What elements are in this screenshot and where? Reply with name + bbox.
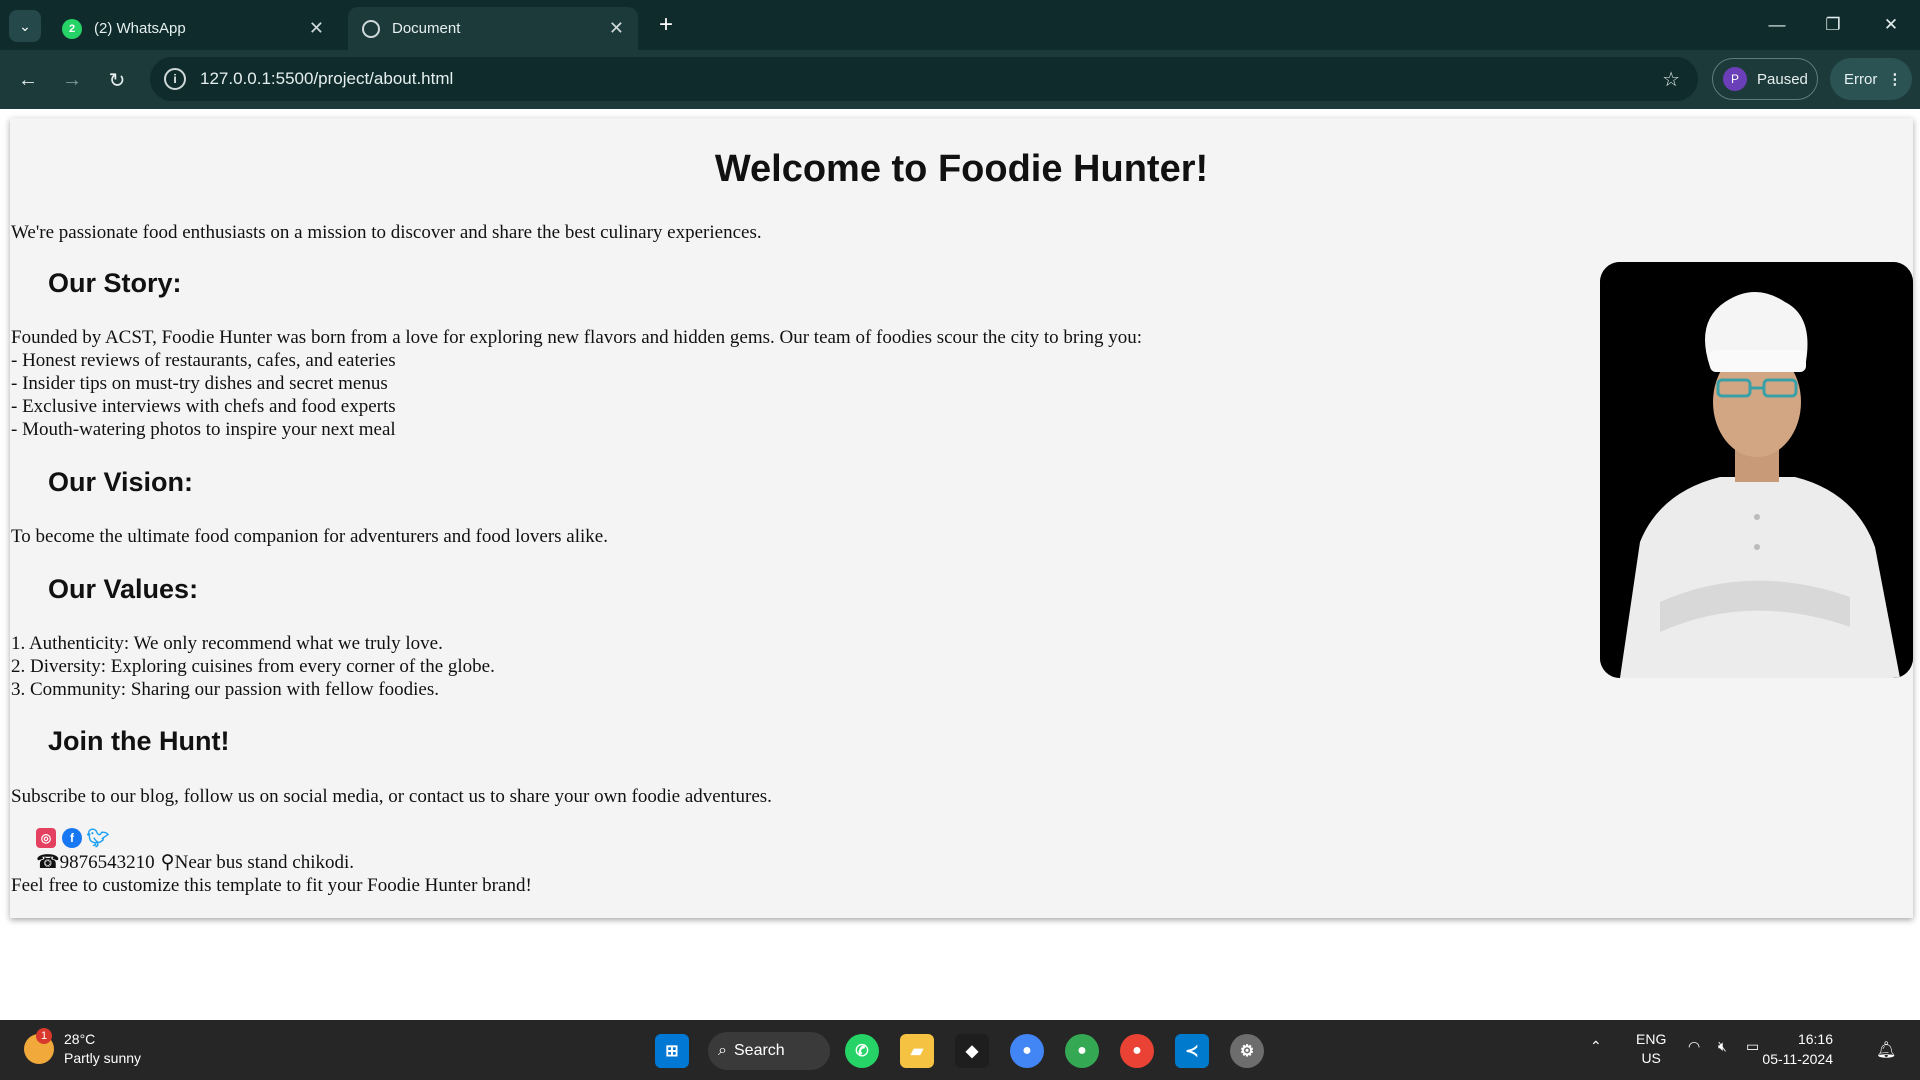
weather-widget[interactable]: 1 28°C Partly sunny [24, 1028, 142, 1068]
minimize-icon: — [1768, 15, 1786, 34]
search-icon: ⌕ [718, 1042, 727, 1059]
story-line: - Exclusive interviews with chefs and fo… [11, 396, 396, 417]
intro-text: We're passionate food enthusiasts on a m… [11, 222, 762, 243]
chrome-active-icon[interactable]: ● [1120, 1034, 1154, 1068]
browser-toolbar: ← → ↻ i 127.0.0.1:5500/project/about.htm… [0, 50, 1920, 109]
facebook-icon[interactable]: f [62, 828, 82, 848]
instagram-icon[interactable]: ◎ [36, 828, 56, 848]
story-line: - Honest reviews of restaurants, cafes, … [11, 350, 396, 371]
tab-label: Document [392, 20, 461, 37]
chrome-profile-icon[interactable]: ● [1065, 1034, 1099, 1068]
profile-button[interactable]: P Paused [1712, 58, 1818, 100]
phone-icon: ☎︎ [36, 852, 60, 873]
error-menu-button[interactable]: Error ⋮ [1830, 58, 1912, 100]
values-list: 1. Authenticity: We only recommend what … [11, 632, 495, 701]
story-line: - Mouth-watering photos to inspire your … [11, 419, 396, 440]
phone-number: 9876543210 [59, 852, 155, 873]
tab-search-button[interactable]: ⌄ [9, 10, 41, 42]
arrow-left-icon: ← [18, 68, 38, 91]
close-tab-icon[interactable]: ✕ [309, 18, 324, 39]
twitter-icon[interactable]: 🐦︎ [87, 828, 110, 848]
chevron-up-icon[interactable]: ⌃ [1590, 1038, 1602, 1055]
reload-button[interactable]: ↻ [101, 64, 133, 96]
clock-date: 05-11-2024 [1762, 1051, 1833, 1067]
minimize-button[interactable]: — [1759, 10, 1795, 40]
wifi-icon[interactable]: ◠ [1688, 1038, 1700, 1055]
about-page-card: Welcome to Foodie Hunter! We're passiona… [10, 118, 1913, 918]
vision-heading: Our Vision: [48, 467, 194, 497]
close-tab-icon[interactable]: ✕ [609, 18, 624, 39]
tab-whatsapp[interactable]: 2 (2) WhatsApp ✕ [48, 7, 338, 50]
chevron-down-icon: ⌄ [19, 17, 31, 34]
chrome-icon[interactable]: ● [1010, 1034, 1044, 1068]
page-title: Welcome to Foodie Hunter! [714, 148, 1209, 190]
vision-text: To become the ultimate food companion fo… [11, 526, 608, 547]
whatsapp-icon[interactable]: ✆ [845, 1034, 879, 1068]
restore-icon: ❐ [1825, 15, 1841, 34]
close-icon: ✕ [1883, 15, 1899, 34]
reload-icon: ↻ [108, 69, 126, 92]
browser-tab-strip: ⌄ 2 (2) WhatsApp ✕ Document ✕ + — ❐ ✕ [0, 0, 1920, 50]
tab-document[interactable]: Document ✕ [348, 7, 638, 50]
globe-icon [362, 19, 380, 38]
values-heading: Our Values: [48, 574, 199, 604]
restore-button[interactable]: ❐ [1815, 10, 1851, 40]
taskbar-search[interactable]: ⌕ Search [708, 1032, 830, 1070]
forward-button[interactable]: → [56, 64, 88, 96]
mute-icon[interactable]: 🔇︎ [1718, 1038, 1727, 1055]
clock-time: 16:16 [1797, 1031, 1833, 1047]
map-pin-icon: ⚲ [160, 852, 175, 873]
value-line: 1. Authenticity: We only recommend what … [11, 633, 443, 654]
story-line: Founded by ACST, Foodie Hunter was born … [11, 327, 1142, 348]
new-tab-button[interactable]: + [652, 11, 680, 39]
figma-icon[interactable]: ◆ [955, 1034, 989, 1068]
windows-start-icon[interactable]: ⊞ [655, 1034, 689, 1068]
story-line: - Insider tips on must-try dishes and se… [11, 373, 388, 394]
notification-bell-icon[interactable]: 🔔︎ [1876, 1040, 1896, 1060]
social-links: ◎ f 🐦︎ [36, 828, 110, 848]
tab-label: (2) WhatsApp [94, 20, 186, 37]
arrow-right-icon: → [62, 68, 82, 91]
site-info-icon[interactable]: i [164, 68, 186, 90]
file-explorer-icon[interactable]: ▰ [900, 1034, 934, 1068]
vscode-icon[interactable]: ≺ [1175, 1034, 1209, 1068]
settings-icon[interactable]: ⚙ [1230, 1034, 1264, 1068]
bookmark-star-icon[interactable]: ☆ [1662, 67, 1680, 92]
join-heading: Join the Hunt! [48, 726, 230, 756]
weather-badge: 1 [36, 1028, 52, 1044]
more-vert-icon: ⋮ [1887, 71, 1903, 88]
value-line: 3. Community: Sharing our passion with f… [11, 679, 440, 700]
close-window-button[interactable]: ✕ [1873, 10, 1909, 40]
footer-note: Feel free to customize this template to … [11, 875, 532, 896]
weather-desc: Partly sunny [64, 1050, 142, 1066]
address-text: Near bus stand chikodi. [174, 852, 354, 873]
profile-status: Paused [1757, 70, 1808, 88]
url-text: 127.0.0.1:5500/project/about.html [200, 69, 454, 88]
back-button[interactable]: ← [12, 64, 44, 96]
language-indicator[interactable]: ENG US [1636, 1030, 1666, 1068]
value-line: 2. Diversity: Exploring cuisines from ev… [11, 656, 495, 677]
error-label: Error [1844, 70, 1878, 88]
contact-info: ☎︎ 9876543210 ⚲ Near bus stand chikodi. [36, 851, 354, 874]
whatsapp-icon: 2 [62, 18, 82, 39]
weather-temp: 28°C [64, 1031, 96, 1047]
chef-photo [1600, 262, 1913, 678]
search-label: Search [734, 1042, 785, 1059]
story-list: Founded by ACST, Foodie Hunter was born … [11, 326, 1142, 441]
join-text: Subscribe to our blog, follow us on soci… [11, 786, 772, 807]
story-heading: Our Story: [48, 268, 182, 298]
address-bar[interactable]: i 127.0.0.1:5500/project/about.html ☆ [150, 57, 1698, 101]
plus-icon: + [658, 11, 673, 38]
clock[interactable]: 16:16 05-11-2024 [1762, 1029, 1833, 1069]
avatar: P [1723, 67, 1747, 91]
